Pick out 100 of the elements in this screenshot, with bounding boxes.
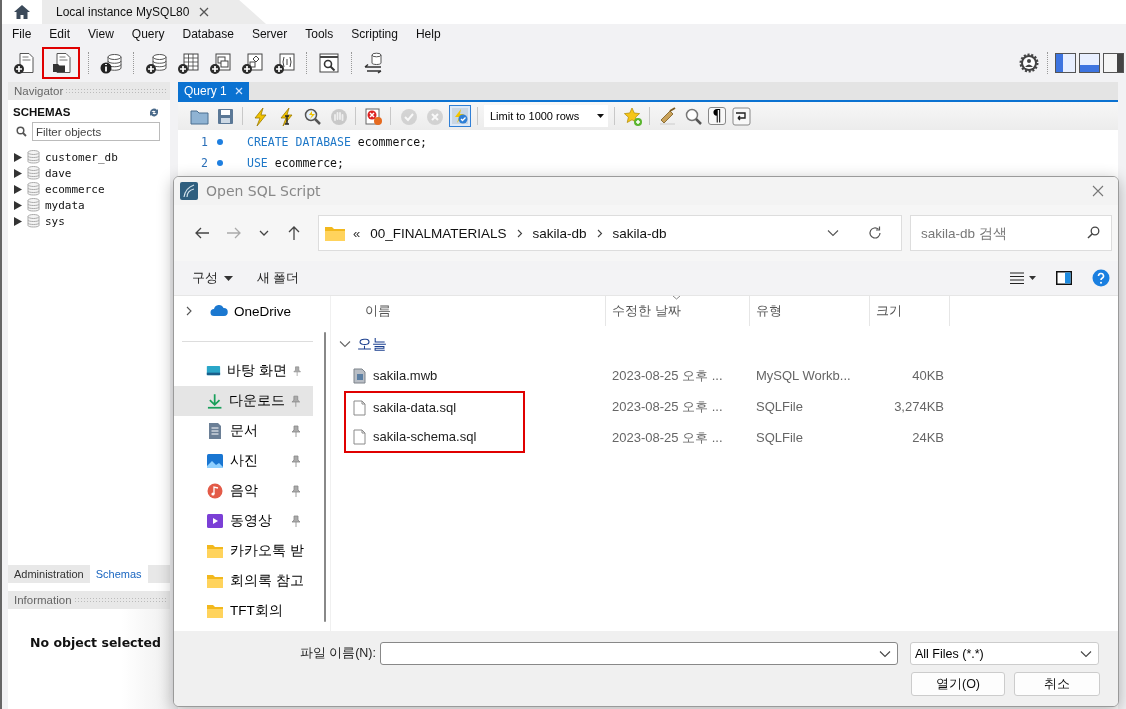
sidebar-item[interactable]: 동영상 [174,506,313,536]
auto-commit-icon[interactable] [449,105,471,127]
menu-item[interactable]: Database [178,27,240,41]
address-bar[interactable]: « 00_FINALMATERIALS sakila-db sakila-db [318,215,902,251]
model-file-icon [352,367,367,384]
folder-icon [325,225,345,241]
table-cell-text: SQLFile [755,430,804,445]
group-header[interactable]: 오늘 [331,328,1118,360]
connection-tab[interactable]: Local instance MySQL80 [42,0,266,24]
file-icon [352,428,367,445]
sidebar-item[interactable]: 문서 [174,416,313,446]
caret-icon [597,114,604,118]
menu-item[interactable]: View [84,27,120,41]
expand-arrow-icon[interactable] [14,216,22,226]
line-number: 2 [200,155,208,170]
sidebar-item[interactable]: 음악 [174,476,313,506]
expand-arrow-icon[interactable] [14,184,22,194]
statement-dot-icon [217,138,223,145]
refresh-icon[interactable] [148,106,160,118]
command-button[interactable]: 구성 [182,265,243,291]
error-document-icon[interactable] [362,105,384,127]
picture-icon [206,452,224,470]
expand-arrow-icon[interactable] [14,152,22,162]
file-name[interactable]: sakila-schema.sql [344,422,525,453]
field-label: 파일 이름(N): [298,645,376,662]
query-tab[interactable]: Query 1 [178,82,249,100]
download-icon [206,392,224,410]
expand-arrow-icon[interactable] [14,168,22,178]
cancel-button[interactable]: 취소 [1014,672,1100,696]
chevron-right-icon[interactable] [516,228,523,238]
schema-name[interactable]: dave [45,166,72,180]
breadcrumb[interactable]: 00_FINALMATERIALS [368,225,509,241]
column-header[interactable]: 수정한 날짜 [606,296,750,326]
schema-name[interactable]: mydata [45,198,85,212]
table-cell-text: 3,274KB [893,399,945,414]
search-icon [1087,226,1100,239]
file-name[interactable]: sakila.mwb [344,360,525,391]
close-icon[interactable] [199,7,210,17]
sidebar-item[interactable]: TFT회의 [174,596,313,626]
file-name-field[interactable] [380,642,898,665]
breadcrumb[interactable]: sakila-db [530,225,589,241]
sidebar-item[interactable]: 카카오톡 받 [174,536,313,566]
star-plus-icon[interactable] [621,105,643,127]
chevron-down-icon[interactable] [827,229,839,237]
command-button[interactable]: 새 폴더 [247,265,310,291]
chevron-down-icon[interactable] [879,649,891,658]
column-header[interactable]: 이름 [331,296,606,326]
pin-icon [291,485,301,497]
column-header[interactable]: 크기 [870,296,950,326]
table-cell-text: 24KB [911,430,945,445]
folder-icon [206,602,224,620]
limit-dropdown[interactable]: Limit to 1000 rows [484,105,608,127]
window-title: Open SQL Script [206,183,322,199]
settings-icon[interactable] [1018,52,1040,74]
menu-item[interactable]: Help [411,27,447,41]
statement-dot-icon [217,159,223,166]
scrollbar-thumb[interactable] [324,332,326,622]
chevron-right-icon[interactable] [186,306,192,316]
expand-arrow-icon[interactable] [14,200,22,210]
schema-name[interactable]: customer_db [45,150,118,164]
bottom-panel-toggle-icon[interactable] [1079,53,1100,73]
database-icon [27,150,40,164]
file-name[interactable]: sakila-data.sql [344,391,525,422]
refresh-icon[interactable] [867,225,883,241]
pilcrow-button[interactable]: ¶ [708,107,726,125]
right-panel-toggle-icon[interactable] [1103,53,1124,73]
open-button[interactable]: 열기(O) [911,672,1005,696]
file-icon [352,399,367,416]
sidebar-item[interactable]: 회의록 참고 [174,566,313,596]
line-number: 1 [200,134,208,149]
pin-icon [291,455,301,467]
sidebar-item[interactable]: 다운로드 [174,386,313,416]
menu-item[interactable]: File [8,27,38,41]
filter-field[interactable]: Filter objects [32,122,160,141]
menu-item[interactable]: Server [247,27,294,41]
database-icon [27,182,40,196]
schema-name[interactable]: ecommerce [45,182,105,196]
left-panel-toggle-icon[interactable] [1055,53,1076,73]
panel-title: Information [14,594,72,606]
panel-title: Navigator [14,85,64,97]
sidebar-item[interactable]: 바탕 화면 [174,356,313,386]
sql-file-folder-icon[interactable] [42,47,80,79]
wrap-arrow-icon[interactable] [730,105,752,127]
column-header[interactable]: 유형 [750,296,870,326]
schema-name[interactable]: sys [45,214,65,228]
menu-item[interactable]: Scripting [347,27,404,41]
pin-icon [291,395,301,407]
sidebar-item[interactable]: OneDrive [174,296,313,326]
table-cell-text: 40KB [911,368,945,383]
menu-item[interactable]: Query [127,27,171,41]
file-type-dropdown[interactable]: All Files (*.*) [910,642,1099,665]
breadcrumb[interactable]: sakila-db [610,225,669,241]
search-field[interactable]: sakila-db 검색 [910,215,1112,251]
overflow-mark[interactable]: « [353,225,361,241]
menu-item[interactable]: Edit [45,27,77,41]
chevron-right-icon[interactable] [596,228,603,238]
menu-item[interactable]: Tools [301,27,340,41]
video-icon [206,512,224,530]
panel-tab[interactable]: Schemas [89,565,148,583]
sidebar-item[interactable]: 사진 [174,446,313,476]
